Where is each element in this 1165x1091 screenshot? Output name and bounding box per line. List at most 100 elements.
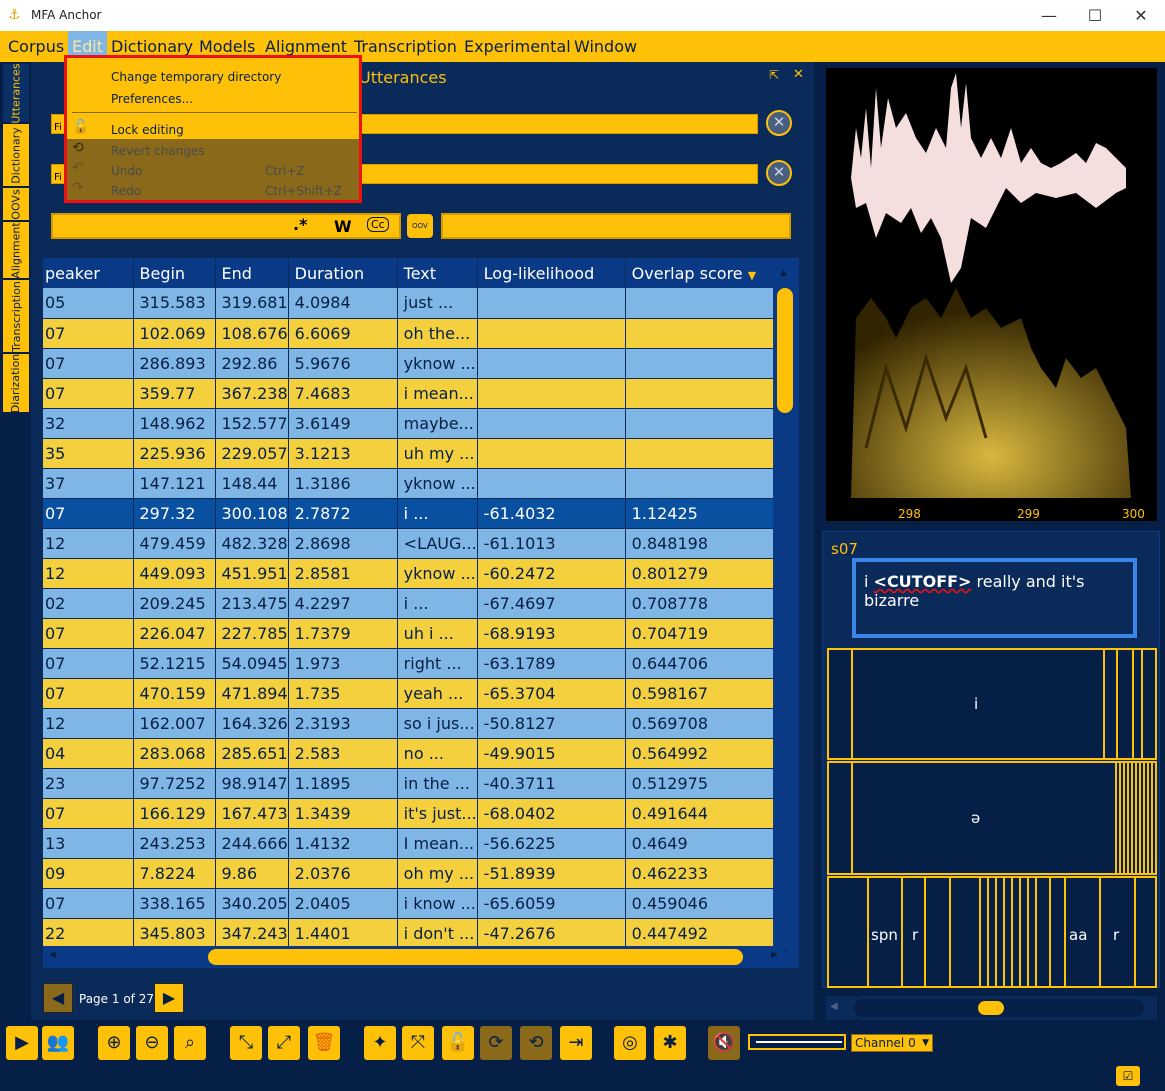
delete-icon[interactable]: 🗑: [308, 1026, 340, 1060]
close-panel-icon[interactable]: ✕: [793, 67, 804, 82]
zoom-to-selection-icon[interactable]: ⌕: [174, 1026, 206, 1060]
cell-duration: 2.0376: [288, 858, 398, 889]
word-toggle[interactable]: W: [334, 217, 352, 236]
detail-scroll-left-icon[interactable]: ◀: [830, 1001, 838, 1012]
tab-utterances[interactable]: Utterances: [3, 63, 29, 123]
channel-select[interactable]: Channel 0 ▼: [851, 1034, 933, 1052]
undock-icon[interactable]: ⇱: [769, 68, 779, 82]
menu-transcription[interactable]: Transcription: [350, 31, 461, 62]
table-horizontal-scrollbar[interactable]: ◀ ▶: [43, 946, 785, 968]
table-row[interactable]: 07 470.159 471.894 1.735 yeah ... -65.3704 0.5…: [43, 678, 775, 709]
table-row[interactable]: 12 162.007 164.326 2.3193 so i jus... -50.812…: [43, 708, 775, 739]
table-row[interactable]: 07 52.1215 54.0945 1.973 right ... -63.1789 0.…: [43, 648, 775, 679]
phone-tier[interactable]: ə: [827, 761, 1157, 875]
history-icon[interactable]: ⟲: [520, 1026, 552, 1060]
table-row[interactable]: 35 225.936 229.057 3.1213 uh my ...: [43, 438, 775, 469]
table-row[interactable]: 07 166.129 167.473 1.3439 it's just... -68.04…: [43, 798, 775, 829]
waveform-spectrogram-view[interactable]: [826, 68, 1157, 506]
table-row[interactable]: 23 97.7252 98.9147 1.1895 in the ... -40.3711…: [43, 768, 775, 799]
col-overlap-score[interactable]: Overlap score ▼: [625, 258, 775, 288]
vertical-scroll-thumb[interactable]: [777, 288, 793, 413]
tab-oovs[interactable]: OOVs: [3, 188, 29, 220]
table-row[interactable]: 02 209.245 213.475 4.2297 i ... -67.4697 0.708…: [43, 588, 775, 619]
play-icon[interactable]: ▶: [6, 1026, 38, 1060]
replace-input[interactable]: [441, 213, 791, 239]
case-toggle[interactable]: Cc: [367, 217, 389, 232]
table-row[interactable]: 07 359.77 367.238 7.4683 i mean...: [43, 378, 775, 409]
table-row[interactable]: 09 7.8224 9.86 2.0376 oh my ... -51.8939 0.462…: [43, 858, 775, 889]
clear-filter-2-icon[interactable]: ✕: [766, 160, 792, 186]
bug-icon[interactable]: ✱: [654, 1026, 686, 1060]
detail-scroll-thumb[interactable]: [978, 1001, 1004, 1015]
menu-window[interactable]: Window: [570, 31, 641, 62]
col-duration[interactable]: Duration: [288, 258, 398, 288]
horizontal-scroll-thumb[interactable]: [208, 949, 743, 965]
col-end[interactable]: End: [215, 258, 289, 288]
table-row[interactable]: 37 147.121 148.44 1.3186 yknow ...: [43, 468, 775, 499]
sync-icon[interactable]: ⟳: [480, 1026, 512, 1060]
table-row[interactable]: 07 338.165 340.205 2.0405 i know ... -65.6059…: [43, 888, 775, 919]
speakers-icon[interactable]: 👥: [42, 1026, 74, 1060]
next-page-button[interactable]: ▶: [154, 983, 184, 1013]
oov-toggle-icon[interactable]: OOV: [407, 214, 433, 238]
menu-item-change-temp-dir[interactable]: Change temporary directory: [111, 67, 281, 87]
detail-horizontal-scrollbar[interactable]: ◀: [826, 996, 1157, 1020]
table-row[interactable]: 05 315.583 319.681 4.0984 just ...: [43, 288, 775, 319]
magic-wand-icon[interactable]: ✦: [364, 1026, 396, 1060]
table-row[interactable]: 22 345.803 347.243 1.4401 i don't ... -47.267…: [43, 918, 775, 949]
menu-corpus[interactable]: Corpus: [4, 31, 68, 62]
utterance-text-editor[interactable]: i <CUTOFF> really and it's bizarre: [852, 558, 1137, 638]
table-row[interactable]: 13 243.253 244.666 1.4132 I mean... -56.6225 0…: [43, 828, 775, 859]
scroll-left-icon[interactable]: ◀: [49, 950, 56, 960]
table-vertical-scrollbar[interactable]: ▲ ▼: [773, 258, 799, 968]
menu-experimental[interactable]: Experimental: [460, 31, 575, 62]
minimize-button[interactable]: —: [1026, 0, 1072, 31]
table-row[interactable]: 07 297.32 300.108 2.7872 i ... -61.4032 1.1242…: [43, 498, 775, 529]
tab-alignment[interactable]: Alignment: [3, 222, 29, 278]
table-row[interactable]: 04 283.068 285.651 2.583 no ... -49.9015 0.564…: [43, 738, 775, 769]
tab-diarization[interactable]: Diarization: [3, 353, 29, 413]
col-text[interactable]: Text: [397, 258, 478, 288]
cell-end: 227.785: [215, 618, 289, 649]
cell-log-likelihood: [477, 438, 626, 469]
col-speaker[interactable]: peaker: [43, 258, 134, 288]
unlock-icon[interactable]: 🔓: [442, 1026, 474, 1060]
word-tier[interactable]: i: [827, 648, 1157, 760]
status-check-icon[interactable]: ☑: [1116, 1066, 1140, 1086]
clear-filter-1-icon[interactable]: ✕: [766, 110, 792, 136]
split-utterance-icon[interactable]: ⤢: [268, 1026, 300, 1060]
col-begin[interactable]: Begin: [133, 258, 216, 288]
table-row[interactable]: 07 226.047 227.785 1.7379 uh i ... -68.9193 0.…: [43, 618, 775, 649]
mute-icon[interactable]: 🔇: [708, 1026, 740, 1060]
menu-item-lock-editing[interactable]: Lock editing: [111, 120, 184, 140]
cell-overlap-score: [625, 438, 775, 469]
merge-utterances-icon[interactable]: ⤡: [230, 1026, 262, 1060]
zoom-in-icon[interactable]: ⊕: [98, 1026, 130, 1060]
scroll-right-icon[interactable]: ▶: [771, 950, 778, 960]
menu-item-preferences[interactable]: Preferences...: [111, 89, 193, 109]
export-icon[interactable]: ⇥: [560, 1026, 592, 1060]
table-row[interactable]: 12 479.459 482.328 2.8698 <LAUG... -61.1013 0.…: [43, 528, 775, 559]
cell-overlap-score: [625, 318, 775, 349]
col-log-likelihood[interactable]: Log-likelihood: [477, 258, 626, 288]
tab-transcription[interactable]: Transcription: [3, 280, 29, 352]
expand-icon[interactable]: ⤧: [402, 1026, 434, 1060]
scroll-up-icon[interactable]: ▲: [780, 268, 787, 278]
volume-slider[interactable]: [748, 1034, 846, 1050]
help-icon[interactable]: ◎: [614, 1026, 646, 1060]
close-window-button[interactable]: ✕: [1118, 0, 1164, 31]
regex-toggle[interactable]: .*: [293, 215, 307, 234]
zoom-out-icon[interactable]: ⊖: [136, 1026, 168, 1060]
table-row[interactable]: 07 286.893 292.86 5.9676 yknow ...: [43, 348, 775, 379]
maximize-button[interactable]: ☐: [1072, 0, 1118, 31]
menu-item-revert-changes[interactable]: Revert changes: [111, 141, 205, 161]
tab-dictionary[interactable]: Dictionary: [3, 124, 29, 186]
menu-item-redo[interactable]: Redo: [111, 181, 141, 201]
text-search-input[interactable]: .* W Cc: [51, 213, 401, 239]
table-row[interactable]: 12 449.093 451.951 2.8581 yknow ... -60.2472 0…: [43, 558, 775, 589]
prev-page-button[interactable]: ◀: [43, 983, 73, 1013]
table-row[interactable]: 07 102.069 108.676 6.6069 oh the...: [43, 318, 775, 349]
menu-item-undo[interactable]: Undo: [111, 161, 142, 181]
table-row[interactable]: 32 148.962 152.577 3.6149 maybe...: [43, 408, 775, 439]
reference-tier[interactable]: spn r aa r: [827, 876, 1157, 988]
